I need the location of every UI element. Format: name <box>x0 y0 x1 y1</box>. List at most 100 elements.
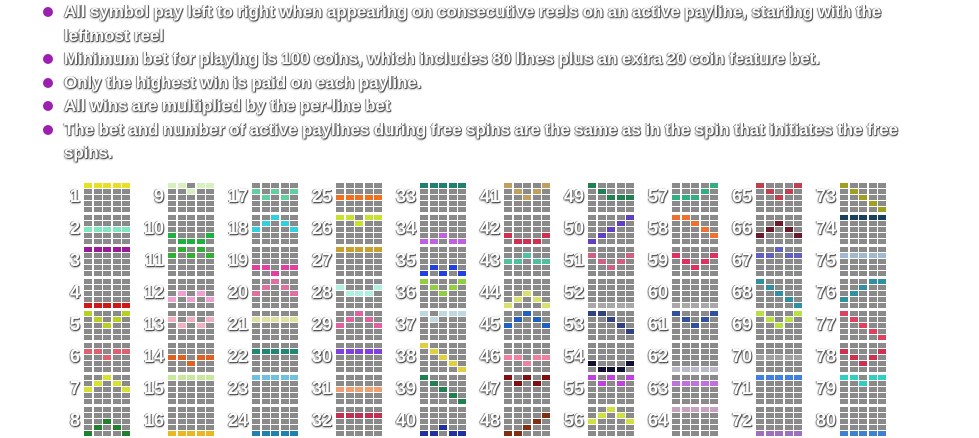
payline-cell <box>756 271 764 276</box>
payline-cell <box>588 317 596 322</box>
payline-cell <box>448 195 457 200</box>
payline-diagram <box>84 407 130 437</box>
payline-cell <box>252 335 260 340</box>
rule-item: All wins are multiplied by the per-line … <box>42 94 942 118</box>
payline-cell <box>542 259 550 264</box>
payline-cell <box>710 201 718 206</box>
payline-cell <box>168 425 176 430</box>
payline-cell <box>616 303 625 308</box>
payline-cell <box>588 425 596 430</box>
payline-66: 66 <box>719 214 803 246</box>
payline-cell <box>672 215 680 220</box>
payline-cell <box>784 279 793 284</box>
payline-cell <box>710 279 718 284</box>
payline-cell <box>784 367 793 372</box>
payline-cell <box>849 233 858 238</box>
payline-cell <box>355 221 363 226</box>
payline-cell <box>290 227 298 232</box>
payline-number: 29 <box>311 314 332 334</box>
payline-cell <box>429 425 438 430</box>
payline-cell <box>849 323 858 328</box>
payline-cell <box>542 207 550 212</box>
payline-76: 76 <box>803 278 887 310</box>
payline-cell <box>868 303 877 308</box>
payline-cell <box>345 285 354 290</box>
payline-cell <box>196 349 205 354</box>
payline-number: 56 <box>563 410 584 430</box>
payline-cell <box>504 311 512 316</box>
payline-cell <box>878 227 886 232</box>
payline-32: 32 <box>299 406 383 438</box>
payline-cell <box>271 279 279 284</box>
payline-cell <box>607 349 615 354</box>
payline-cell <box>345 355 354 360</box>
payline-cell <box>756 387 764 392</box>
payline-cell <box>775 239 783 244</box>
payline-cell <box>420 375 428 380</box>
payline-cell <box>448 425 457 430</box>
payline-cell <box>700 425 709 430</box>
payline-cell <box>168 233 176 238</box>
payline-cell <box>588 407 596 412</box>
payline-5: 5 <box>47 310 131 342</box>
payline-cell <box>626 311 634 316</box>
payline-cell <box>280 239 289 244</box>
payline-cell <box>672 291 680 296</box>
payline-cell <box>597 407 606 412</box>
payline-cell <box>429 233 438 238</box>
payline-cell <box>122 349 130 354</box>
payline-cell <box>439 253 447 258</box>
payline-cell <box>345 291 354 296</box>
payline-cell <box>794 183 802 188</box>
payline-cell <box>458 413 466 418</box>
payline-cell <box>681 413 690 418</box>
payline-cell <box>607 431 615 436</box>
payline-cell <box>794 419 802 424</box>
payline-diagram <box>84 247 130 277</box>
payline-cell <box>616 297 625 302</box>
payline-cell <box>345 207 354 212</box>
payline-cell <box>794 375 802 380</box>
payline-cell <box>374 399 382 404</box>
payline-71: 71 <box>719 374 803 406</box>
payline-cell <box>168 381 176 386</box>
payline-cell <box>280 311 289 316</box>
payline-cell <box>784 201 793 206</box>
payline-cell <box>681 259 690 264</box>
payline-cell <box>290 375 298 380</box>
payline-cell <box>765 259 774 264</box>
payline-cell <box>616 317 625 322</box>
payline-cell <box>187 419 195 424</box>
payline-cell <box>420 259 428 264</box>
payline-number: 10 <box>143 218 164 238</box>
payline-cell <box>252 253 260 258</box>
payline-9: 9 <box>131 182 215 214</box>
payline-cell <box>513 425 522 430</box>
payline-cell <box>103 317 111 322</box>
payline-diagram <box>420 215 466 245</box>
payline-cell <box>345 227 354 232</box>
payline-cell <box>206 303 214 308</box>
payline-diagram <box>336 279 382 309</box>
payline-cell <box>252 227 260 232</box>
payline-cell <box>420 271 428 276</box>
rule-item: The bet and number of active paylines du… <box>42 118 942 165</box>
payline-cell <box>84 311 92 316</box>
payline-cell <box>794 297 802 302</box>
payline-cell <box>103 189 111 194</box>
payline-cell <box>261 367 270 372</box>
payline-cell <box>765 239 774 244</box>
payline-cell <box>784 399 793 404</box>
payline-cell <box>849 297 858 302</box>
payline-cell <box>626 285 634 290</box>
payline-cell <box>681 271 690 276</box>
payline-cell <box>849 265 858 270</box>
payline-cell <box>420 335 428 340</box>
payline-cell <box>859 335 867 340</box>
payline-cell <box>271 207 279 212</box>
payline-cell <box>765 323 774 328</box>
payline-cell <box>588 195 596 200</box>
payline-cell <box>206 279 214 284</box>
payline-cell <box>859 303 867 308</box>
payline-cell <box>93 297 102 302</box>
